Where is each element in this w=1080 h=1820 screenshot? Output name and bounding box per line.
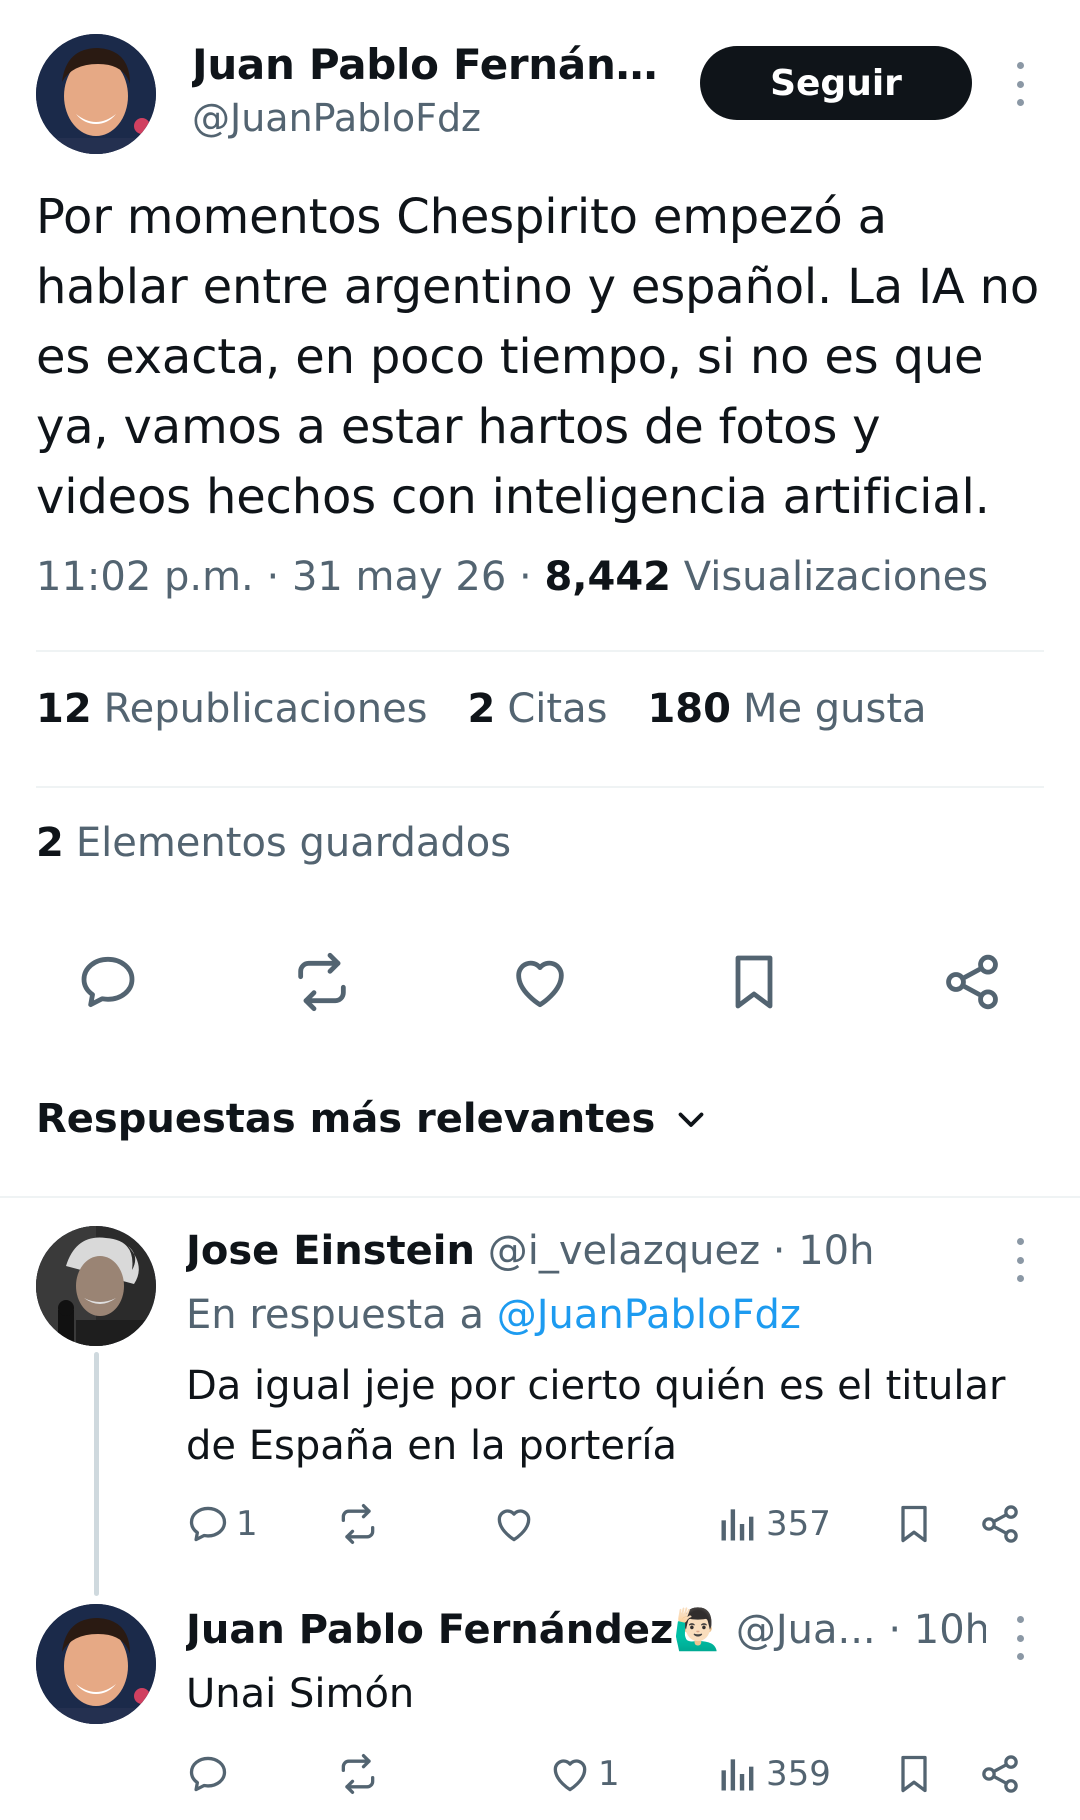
more-options-icon[interactable] [1010, 54, 1030, 114]
divider [36, 786, 1044, 788]
reply-icon [189, 1506, 227, 1542]
views-label: Visualizaciones [683, 554, 989, 600]
reply-time[interactable]: 10h [914, 1607, 986, 1653]
views-count: 357 [766, 1504, 831, 1544]
views-button[interactable]: 357 [716, 1500, 831, 1548]
reply-author-handle[interactable]: @Jua... [736, 1607, 876, 1653]
repost-icon[interactable] [290, 950, 354, 1014]
repost-button[interactable] [336, 1500, 380, 1548]
like-button[interactable] [492, 1500, 536, 1548]
like-count: 1 [598, 1754, 620, 1794]
divider [0, 1196, 1080, 1198]
more-options-icon[interactable] [1010, 1230, 1030, 1290]
author-name[interactable]: Juan Pablo Fernánd... [192, 40, 662, 89]
meta-separator: · [266, 554, 292, 600]
reply-header: Juan Pablo Fernández🙋🏻‍♂️ @Jua... · 10h [186, 1606, 986, 1653]
reply-avatar[interactable] [36, 1604, 156, 1724]
tweet-date[interactable]: 31 may 26 [292, 554, 506, 600]
share-icon [982, 1755, 1018, 1793]
reply-header: Jose Einstein @i_velazquez · 10h [186, 1228, 986, 1274]
likes-stat[interactable]: 180 Me gusta [647, 686, 926, 732]
reply-item[interactable]: Juan Pablo Fernández🙋🏻‍♂️ @Jua... · 10h … [0, 1604, 1080, 1804]
reply-icon [189, 1756, 227, 1792]
author-avatar[interactable] [36, 34, 156, 154]
tweet-text: Por momentos Chespirito empezó a hablar … [36, 189, 1039, 525]
views-count: 8,442 [544, 554, 671, 600]
chevron-down-icon [678, 1112, 704, 1127]
tweet-meta: 11:02 p.m. · 31 may 26 · 8,442 Visualiza… [36, 554, 1046, 600]
reply-item[interactable]: Jose Einstein @i_velazquez · 10h En resp… [0, 1226, 1080, 1556]
reply-avatar[interactable] [36, 1226, 156, 1346]
reply-action-bar: 1 357 [186, 1500, 1046, 1548]
bookmark-button[interactable] [892, 1750, 936, 1798]
reply-time[interactable]: 10h [798, 1228, 874, 1274]
reply-text: Da igual jeje por cierto quién es el tit… [186, 1363, 1006, 1469]
replies-sort-label: Respuestas más relevantes [36, 1096, 656, 1142]
dot-separator: · [772, 1228, 799, 1274]
like-icon[interactable] [508, 950, 572, 1014]
reposts-stat[interactable]: 12 Republicaciones [36, 686, 428, 732]
like-icon [497, 1509, 531, 1542]
repost-icon [341, 1754, 375, 1794]
dot-separator: · [888, 1607, 914, 1653]
views-icon [721, 1759, 754, 1791]
repost-button[interactable] [336, 1750, 380, 1798]
reply-author-name[interactable]: Juan Pablo Fernández🙋🏻‍♂️ [186, 1607, 723, 1653]
repost-icon [341, 1504, 375, 1544]
author-handle[interactable]: @JuanPabloFdz [192, 96, 481, 140]
reply-icon[interactable] [76, 950, 140, 1014]
views-icon [721, 1509, 754, 1541]
reply-text: Unai Simón [186, 1671, 415, 1717]
share-button[interactable] [978, 1500, 1022, 1548]
reply-button[interactable] [186, 1750, 230, 1798]
bookmarks-stat[interactable]: 2 Elementos guardados [36, 820, 511, 866]
tweet-header: Juan Pablo Fernánd... @JuanPabloFdz Segu… [36, 34, 1044, 158]
like-button[interactable]: 1 [548, 1750, 620, 1798]
bookmark-icon [901, 1505, 927, 1543]
tweet-time[interactable]: 11:02 p.m. [36, 554, 254, 600]
divider [36, 650, 1044, 652]
quotes-stat[interactable]: 2 Citas [468, 686, 608, 732]
views-button[interactable]: 359 [716, 1750, 831, 1798]
bookmark-icon[interactable] [722, 950, 786, 1014]
reply-action-bar: 1 359 [186, 1750, 1046, 1798]
tweet-detail-page: Juan Pablo Fernánd... @JuanPabloFdz Segu… [0, 0, 1080, 1820]
follow-button[interactable]: Seguir [700, 46, 972, 120]
reply-count: 1 [236, 1504, 258, 1544]
share-icon [982, 1505, 1018, 1543]
reply-to-prefix: En respuesta a [186, 1292, 484, 1338]
more-options-icon[interactable] [1010, 1608, 1030, 1668]
bookmark-icon [901, 1755, 927, 1793]
tweet-action-bar [0, 950, 1080, 1020]
share-button[interactable] [978, 1750, 1022, 1798]
like-icon [553, 1759, 587, 1792]
share-icon[interactable] [940, 950, 1004, 1014]
bookmark-button[interactable] [892, 1500, 936, 1548]
reply-author-name[interactable]: Jose Einstein [186, 1228, 475, 1274]
engagement-stats: 12 Republicaciones 2 Citas 180 Me gusta [36, 686, 927, 732]
views-count: 359 [766, 1754, 831, 1794]
reply-author-handle[interactable]: @i_velazquez [488, 1228, 760, 1274]
reply-to-line: En respuesta a @JuanPabloFdz [186, 1292, 801, 1338]
replies-sort-dropdown[interactable]: Respuestas más relevantes [36, 1096, 709, 1142]
meta-separator: · [519, 554, 545, 600]
reply-to-handle[interactable]: @JuanPabloFdz [497, 1292, 801, 1338]
reply-button[interactable]: 1 [186, 1500, 258, 1548]
